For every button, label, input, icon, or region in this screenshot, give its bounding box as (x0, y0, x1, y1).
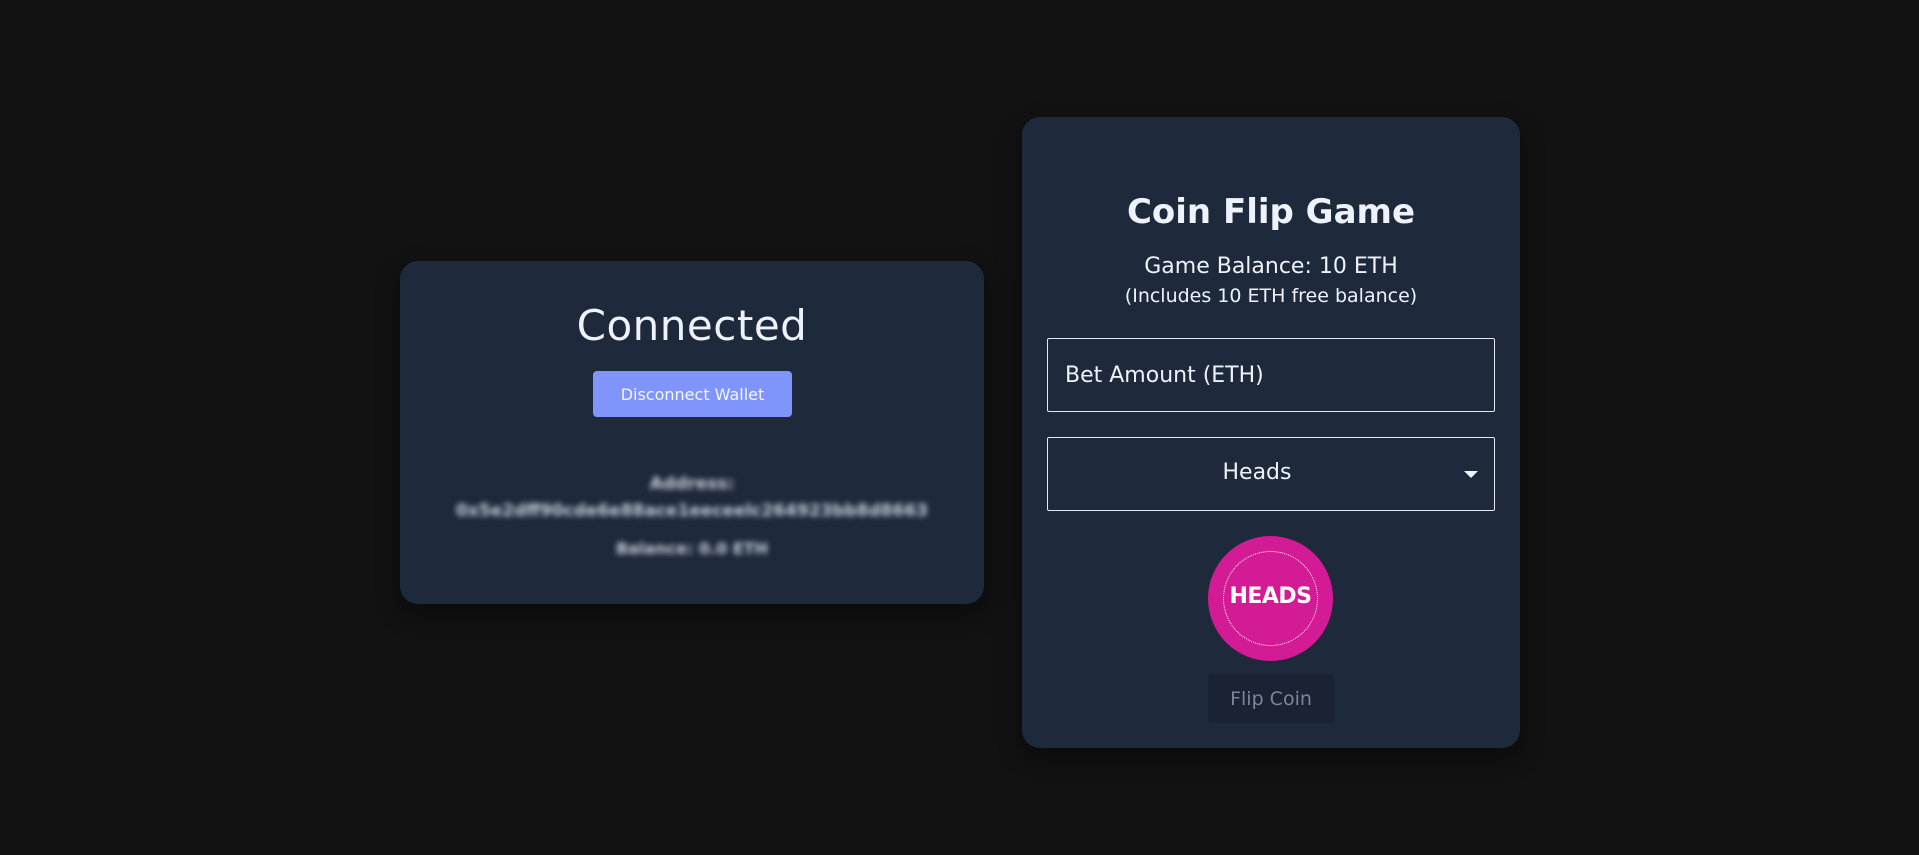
coin-flip-game-card: Coin Flip Game Game Balance: 10 ETH (Inc… (1022, 117, 1520, 748)
game-title: Coin Flip Game (1126, 192, 1416, 232)
flip-coin-button[interactable]: Flip Coin (1208, 674, 1334, 723)
wallet-balance: Balance: 0.0 ETH (615, 539, 769, 558)
free-balance-note: (Includes 10 ETH free balance) (1124, 285, 1418, 307)
wallet-status-heading: Connected (576, 301, 808, 350)
wallet-address-label: Address: (649, 474, 735, 494)
bet-amount-input[interactable] (1047, 338, 1495, 412)
coin-side-select[interactable]: Heads (1047, 437, 1495, 511)
coin-face-label: HEADS (1229, 584, 1312, 609)
coin-side-selected-value: Heads (1222, 460, 1292, 485)
wallet-info: Address: 0x5e2dff90cde6e88ace1eeceelc264… (400, 471, 984, 562)
game-balance: Game Balance: 10 ETH (1144, 254, 1398, 279)
disconnect-wallet-button[interactable]: Disconnect Wallet (593, 371, 792, 417)
coin-image: HEADS (1208, 536, 1333, 661)
wallet-address-value: 0x5e2dff90cde6e88ace1eeceelc264923bb8d86… (456, 501, 928, 521)
wallet-card: Connected Disconnect Wallet Address: 0x5… (400, 261, 984, 604)
chevron-down-icon (1464, 471, 1478, 478)
